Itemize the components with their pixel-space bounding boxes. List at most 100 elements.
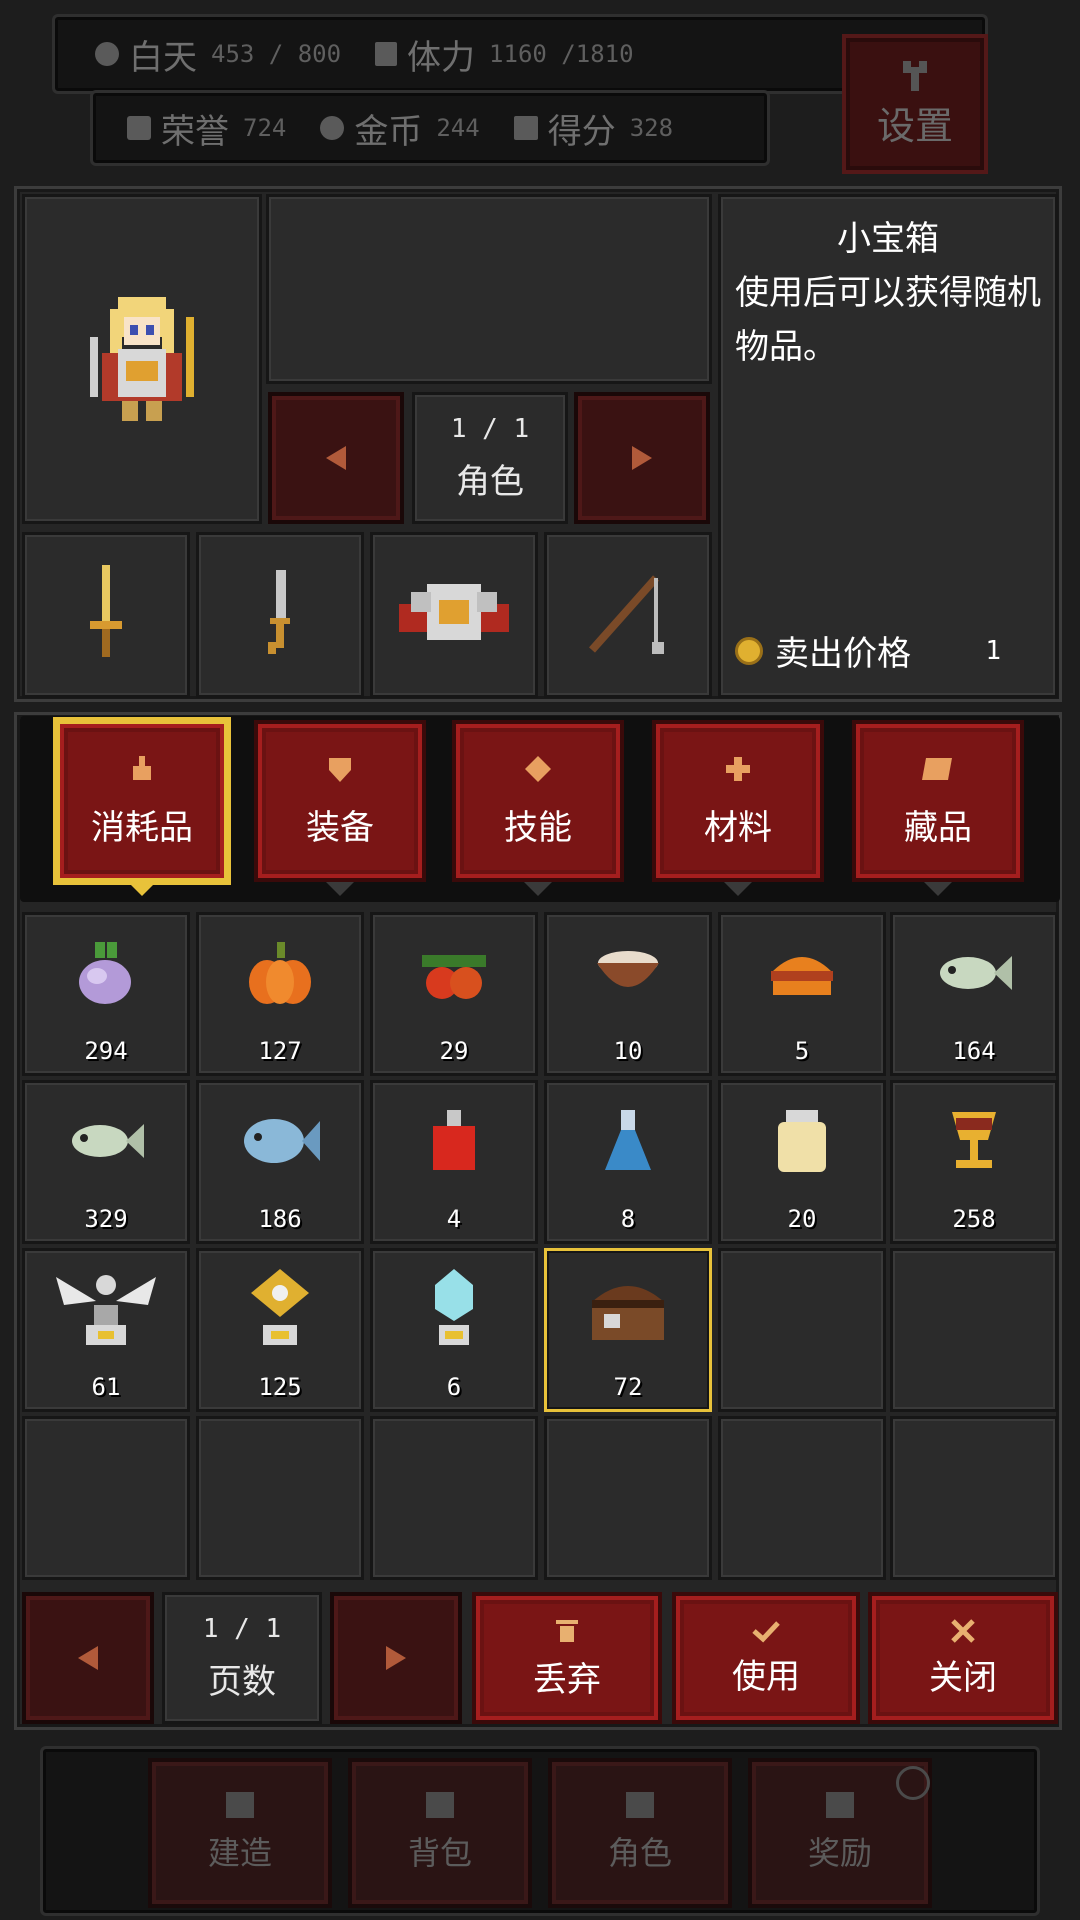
- honor-label: 荣誉: [161, 111, 229, 152]
- item-count: 29: [439, 1037, 469, 1065]
- inventory-item-slot[interactable]: 29: [370, 912, 538, 1076]
- tab-4[interactable]: 材料: [652, 720, 824, 896]
- goblet-icon: [944, 1106, 1004, 1180]
- golden-sword-icon: [90, 565, 122, 657]
- stamina-stat: 体力 1160 /1810: [375, 30, 634, 79]
- day-value: 453 / 800: [211, 40, 342, 68]
- item-count: 61: [91, 1373, 121, 1401]
- character-next-button[interactable]: [574, 392, 710, 524]
- tab-label: 装备: [306, 807, 374, 848]
- tab-1[interactable]: 消耗品: [56, 720, 228, 896]
- cross-icon: [723, 754, 753, 788]
- inventory-prev-button[interactable]: [22, 1592, 154, 1724]
- empty-item-slot[interactable]: [718, 1416, 886, 1580]
- nav-character[interactable]: 角色: [548, 1758, 732, 1908]
- inventory-item-slot[interactable]: 8: [544, 1080, 712, 1244]
- blue-potion-icon: [603, 1106, 653, 1180]
- stamina-value: 1160 /1810: [489, 40, 634, 68]
- inventory-item-slot[interactable]: 61: [22, 1248, 190, 1412]
- item-count: 20: [787, 1205, 817, 1233]
- item-count: 258: [952, 1205, 996, 1233]
- inventory-item-slot[interactable]: 329: [22, 1080, 190, 1244]
- item-count: 4: [446, 1205, 462, 1233]
- status-bar-bottom: 荣誉 724 金币 244 得分 328: [90, 90, 770, 166]
- item-count: 5: [794, 1037, 810, 1065]
- inventory-item-slot[interactable]: 72: [544, 1248, 712, 1412]
- tab-5[interactable]: 藏品: [852, 720, 1024, 896]
- jar-icon: [772, 1106, 832, 1180]
- equip-slot-4[interactable]: [544, 532, 712, 698]
- checkmark-icon: [752, 1620, 780, 1642]
- inventory-next-button[interactable]: [330, 1592, 462, 1724]
- hammer-icon: [226, 1792, 254, 1818]
- bag-icon: [426, 1792, 454, 1818]
- inventory-item-slot[interactable]: 10: [544, 912, 712, 1076]
- nav-hammer[interactable]: 建造: [148, 1758, 332, 1908]
- inventory-item-slot[interactable]: 186: [196, 1080, 364, 1244]
- nav-reward[interactable]: 奖励: [748, 1758, 932, 1908]
- tab-label: 材料: [704, 807, 772, 848]
- empty-item-slot[interactable]: [718, 1248, 886, 1412]
- inventory-item-slot[interactable]: 127: [196, 912, 364, 1076]
- discard-label: 丢弃: [533, 1659, 601, 1700]
- tab-label: 藏品: [904, 807, 972, 848]
- inventory-item-slot[interactable]: 258: [890, 1080, 1058, 1244]
- diamond-icon: [523, 754, 553, 788]
- item-detail-description: 使用后可以获得随机物品。: [735, 273, 1041, 367]
- item-count: 164: [952, 1037, 996, 1065]
- inventory-item-slot[interactable]: 6: [370, 1248, 538, 1412]
- tab-indicator-arrow: [326, 882, 354, 896]
- empty-item-slot[interactable]: [22, 1416, 190, 1580]
- equip-slot-1[interactable]: [22, 532, 190, 698]
- use-button[interactable]: 使用: [672, 1592, 860, 1724]
- discard-button[interactable]: 丢弃: [472, 1592, 662, 1724]
- empty-item-slot[interactable]: [890, 1416, 1058, 1580]
- gold-stat: 金币 244: [320, 104, 480, 153]
- coin-icon: [320, 116, 345, 140]
- score-value: 328: [629, 114, 674, 142]
- close-button[interactable]: 关闭: [868, 1592, 1058, 1724]
- inventory-item-slot[interactable]: 164: [890, 912, 1058, 1076]
- tab-label: 消耗品: [91, 807, 193, 848]
- close-label: 关闭: [929, 1657, 997, 1698]
- sun-icon: [95, 42, 119, 66]
- pumpkin-icon: [245, 938, 315, 1012]
- settings-button[interactable]: 设置: [842, 34, 988, 174]
- tab-3[interactable]: 技能: [452, 720, 624, 896]
- equip-slot-2[interactable]: [196, 532, 364, 698]
- crystal-totem-icon: [429, 1269, 479, 1353]
- empty-item-slot[interactable]: [544, 1416, 712, 1580]
- character-prev-button[interactable]: [268, 392, 404, 524]
- tab-indicator-arrow: [924, 882, 952, 896]
- notification-badge: [896, 1766, 930, 1800]
- use-label: 使用: [732, 1656, 800, 1697]
- inventory-item-slot[interactable]: 4: [370, 1080, 538, 1244]
- arrow-left-icon: [326, 446, 346, 470]
- inventory-item-slot[interactable]: 5: [718, 912, 886, 1076]
- equip-slot-3[interactable]: [370, 532, 538, 698]
- inventory-item-slot[interactable]: 125: [196, 1248, 364, 1412]
- item-count: 6: [446, 1373, 462, 1401]
- tab-indicator-arrow: [128, 882, 156, 896]
- treasure-chest-icon: [588, 1274, 668, 1348]
- item-count: 329: [84, 1205, 128, 1233]
- portrait-slot: [22, 194, 262, 524]
- scroll-icon: [920, 754, 956, 788]
- nav-bag[interactable]: 背包: [348, 1758, 532, 1908]
- tab-2[interactable]: 装备: [254, 720, 426, 896]
- inventory-item-slot[interactable]: 294: [22, 912, 190, 1076]
- fish-icon: [66, 1116, 146, 1170]
- inventory-item-slot[interactable]: 20: [718, 1080, 886, 1244]
- dagger-icon: [268, 570, 290, 654]
- nav-label: 背包: [407, 1834, 472, 1872]
- empty-item-slot[interactable]: [196, 1416, 364, 1580]
- item-count: 8: [620, 1205, 636, 1233]
- tab-indicator-arrow: [524, 882, 552, 896]
- empty-item-slot[interactable]: [890, 1248, 1058, 1412]
- inventory-page-box: 1 / 1 页数: [162, 1592, 322, 1724]
- shield-icon: [325, 754, 355, 788]
- crown-icon: [127, 116, 151, 140]
- item-detail-title: 小宝箱: [837, 219, 939, 259]
- item-count: 72: [613, 1373, 643, 1401]
- empty-item-slot[interactable]: [370, 1416, 538, 1580]
